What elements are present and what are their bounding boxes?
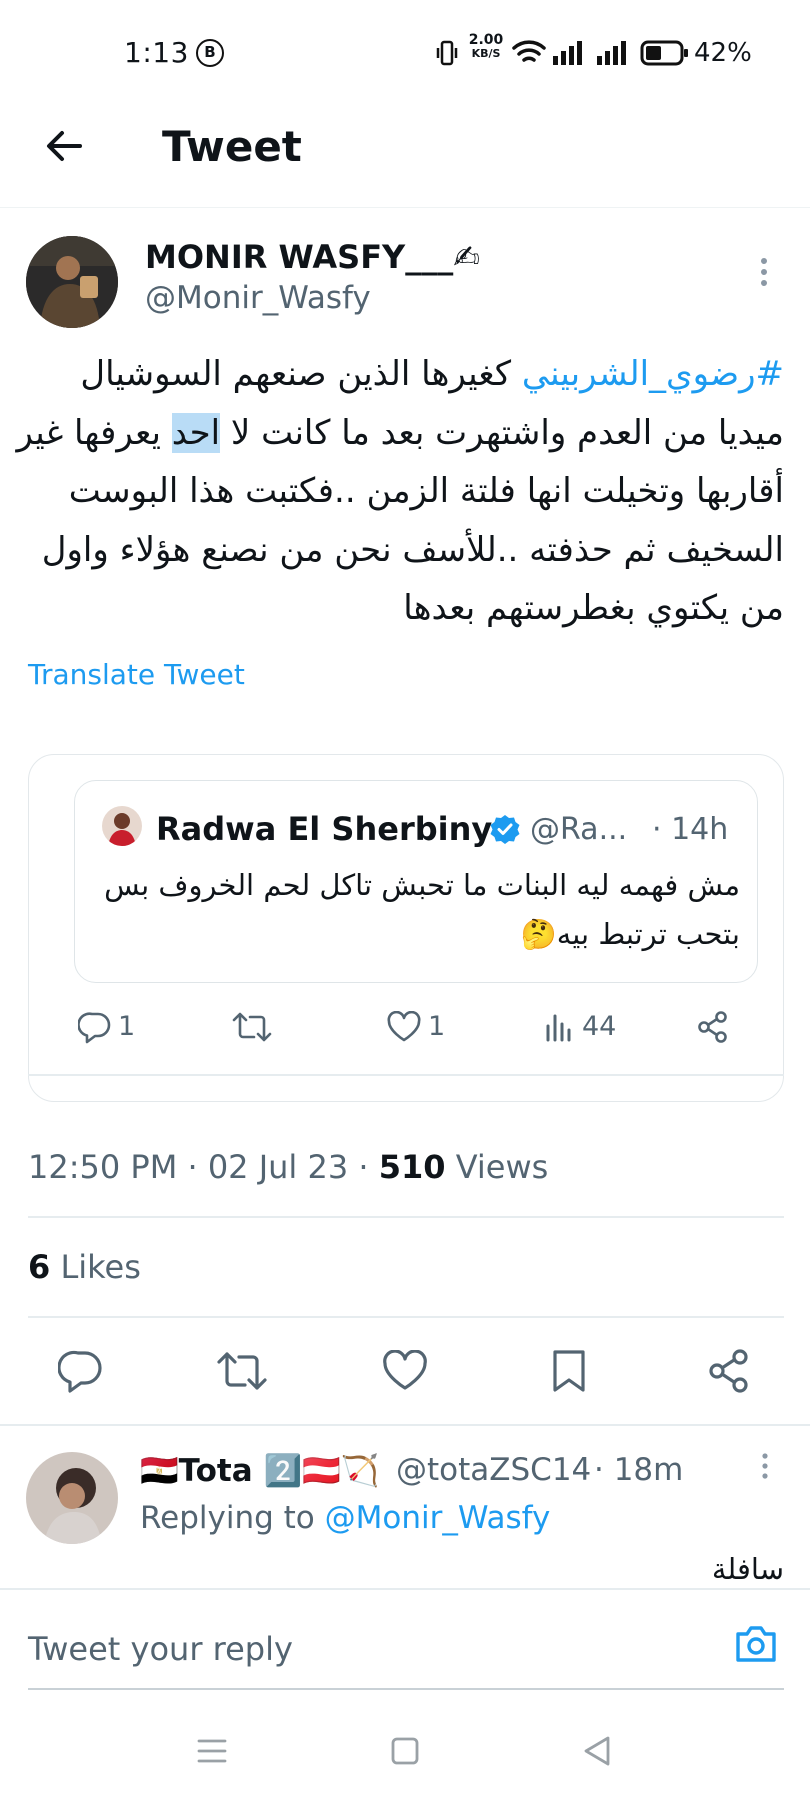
top-app-bar — [0, 108, 810, 208]
quote-like-count: 1 — [428, 1011, 446, 1042]
like-icon[interactable] — [381, 1350, 429, 1392]
views-icon[interactable] — [544, 1012, 574, 1042]
network-speed: 2.00 KB/S — [468, 32, 504, 60]
camera-icon[interactable] — [734, 1624, 778, 1664]
retweet-icon[interactable] — [216, 1348, 268, 1394]
quote-author-handle: @Ra... — [530, 812, 628, 847]
network-speed-value: 2.00 — [468, 32, 504, 48]
quote-reply-count: 1 — [118, 1011, 136, 1042]
hashtag-link[interactable]: #رضوي_الشربيني — [522, 354, 784, 394]
back-arrow-icon[interactable] — [42, 124, 86, 168]
bookmark-icon[interactable] — [550, 1348, 588, 1394]
share-icon[interactable] — [696, 1010, 730, 1044]
author-handle[interactable]: @Monir_Wasfy — [145, 280, 371, 316]
network-speed-unit: KB/S — [471, 47, 501, 60]
wifi-icon — [512, 40, 546, 62]
status-time: 1:13 — [124, 36, 189, 69]
selected-text: احد — [171, 412, 221, 453]
quote-avatar — [102, 806, 142, 846]
vibrate-icon — [436, 40, 458, 66]
divider — [0, 1424, 810, 1426]
reply-text: سافلة — [711, 1552, 784, 1586]
replying-to-label: Replying to — [140, 1500, 315, 1536]
reply-icon[interactable] — [78, 1010, 112, 1044]
quote-time: · 14h — [652, 812, 729, 847]
likes-label: Likes — [60, 1248, 141, 1286]
battery-icon — [640, 40, 688, 66]
reply-author-handle[interactable]: @totaZSC14 — [396, 1452, 591, 1488]
quote-divider — [28, 1074, 784, 1076]
retweet-icon[interactable] — [232, 1010, 272, 1044]
battery-percent: 42% — [694, 38, 752, 68]
share-icon[interactable] — [706, 1348, 752, 1394]
tweet-time: 12:50 PM — [28, 1148, 178, 1186]
like-icon[interactable] — [386, 1011, 422, 1043]
reply-icon[interactable] — [58, 1348, 104, 1394]
input-underline — [28, 1688, 784, 1690]
translate-tweet-link[interactable]: Translate Tweet — [28, 658, 245, 691]
reply-author-name[interactable]: 🇪🇬Tota 2️⃣🇦🇹🏹 — [140, 1452, 379, 1489]
b-icon: B — [196, 39, 224, 67]
signal-icon — [553, 41, 582, 65]
likes-count: 6 — [28, 1248, 51, 1286]
reply-input[interactable]: Tweet your reply — [28, 1630, 293, 1668]
verified-badge-icon — [490, 815, 520, 844]
quote-view-count: 44 — [582, 1011, 617, 1042]
tweet-date: 02 Jul 23 — [207, 1148, 349, 1186]
tweet-text: #رضوي_الشربيني كغيرها الذين صنعهم السوشي… — [14, 345, 784, 638]
quote-text: مش فهمه ليه البنات ما تحبش تاكل لحم الخر… — [104, 868, 740, 951]
reply-time: · 18m — [594, 1452, 684, 1488]
status-bar: 1:13 B 2.00 KB/S 42% — [0, 0, 810, 108]
quote-author-name: Radwa El Sherbiny — [156, 810, 493, 848]
back-icon[interactable] — [582, 1734, 612, 1768]
avatar[interactable] — [26, 236, 118, 328]
menu-icon[interactable] — [196, 1736, 228, 1766]
home-icon[interactable] — [390, 1736, 420, 1766]
reply-more-options-icon[interactable] — [758, 1452, 772, 1480]
author-name[interactable]: MONIR WASFY___✍ — [145, 238, 480, 276]
divider — [28, 1216, 784, 1218]
replying-to: Replying to @Monir_Wasfy — [140, 1500, 550, 1536]
replying-to-link[interactable]: @Monir_Wasfy — [325, 1500, 551, 1536]
likes-summary[interactable]: 6 Likes — [28, 1248, 141, 1286]
page-title: Tweet — [162, 122, 302, 171]
reply-avatar[interactable] — [26, 1452, 118, 1544]
divider — [0, 1588, 810, 1590]
tweet-meta: 12:50 PM · 02 Jul 23 · 510 Views — [28, 1148, 549, 1186]
signal-icon — [597, 41, 626, 65]
views-count: 510 — [378, 1148, 446, 1186]
divider — [28, 1316, 784, 1318]
more-options-icon[interactable] — [756, 256, 772, 288]
views-label: Views — [455, 1148, 549, 1186]
